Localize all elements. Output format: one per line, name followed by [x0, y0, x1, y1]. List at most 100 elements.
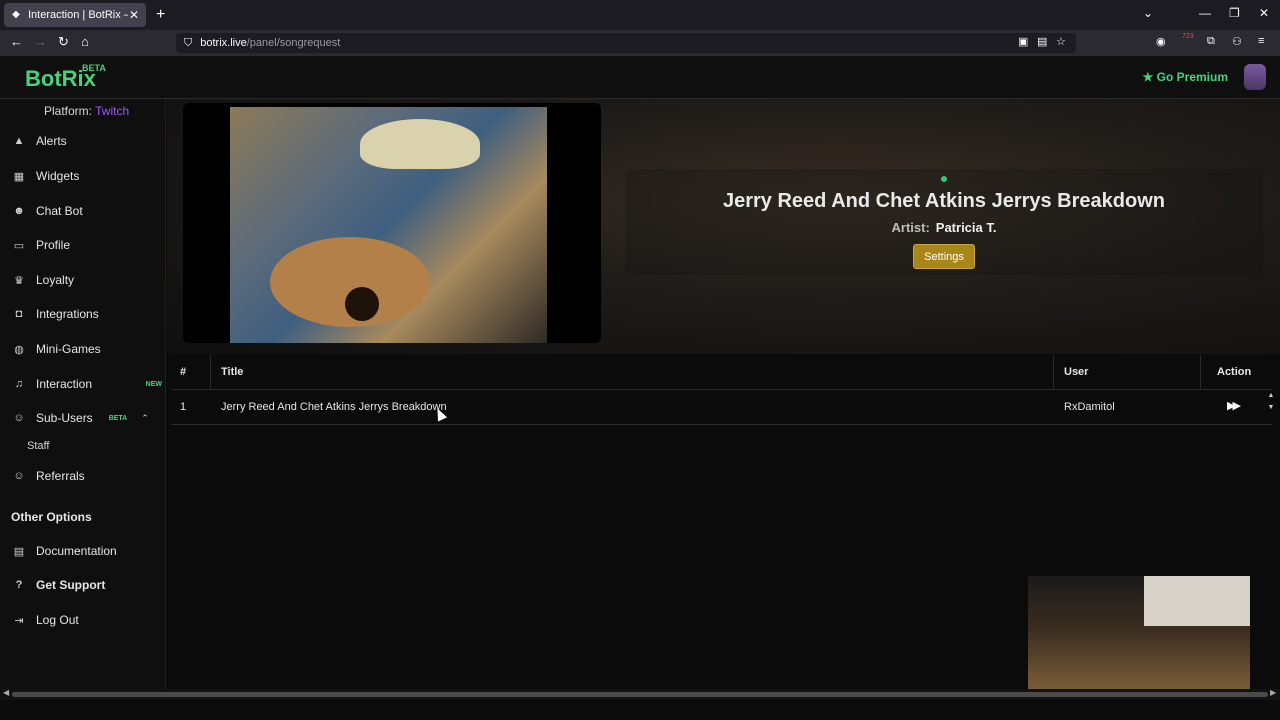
- sidebar-subitem-staff[interactable]: Staff: [27, 440, 49, 452]
- trophy-icon: ♛: [14, 274, 24, 287]
- beta-badge: BETA: [108, 414, 128, 422]
- book-icon: ▤: [13, 545, 25, 558]
- col-header-title: Title: [221, 366, 244, 378]
- table-header: # Title User Action: [171, 355, 1272, 390]
- botrix-logo[interactable]: BotRix BETA: [25, 63, 106, 92]
- sidebar-item-label: Referrals: [36, 469, 85, 483]
- close-window-icon[interactable]: ✕: [1259, 6, 1269, 20]
- gamepad-icon: ◍: [14, 343, 24, 356]
- table-row[interactable]: 1 Jerry Reed And Chet Atkins Jerrys Brea…: [171, 390, 1275, 425]
- sidebar-item-log-out[interactable]: ⇥ Log Out: [12, 611, 162, 629]
- forward-icon[interactable]: →: [34, 34, 47, 49]
- platform-indicator: Platform: Twitch: [44, 104, 129, 118]
- webcam-wall-shape: [1144, 576, 1250, 626]
- url-host: botrix.live: [200, 37, 247, 49]
- reload-icon[interactable]: ↻: [58, 34, 69, 50]
- extensions-icon[interactable]: ⧉: [1207, 35, 1215, 48]
- video-hat-shape: [360, 119, 480, 169]
- artist-name: Patricia T.: [935, 220, 997, 235]
- settings-button[interactable]: Settings: [913, 244, 975, 269]
- live-indicator-dot: [941, 176, 947, 182]
- users-icon: ☺: [13, 412, 25, 424]
- robot-icon: ☻: [13, 205, 25, 217]
- sidebar-item-label: Integrations: [36, 307, 99, 321]
- tab-close-icon[interactable]: ✕: [128, 8, 140, 22]
- scroll-left-icon[interactable]: ◀: [3, 688, 9, 697]
- browser-tab[interactable]: ◆ Interaction | BotRix — Clou ✕: [4, 3, 146, 27]
- sidebar-item-documentation[interactable]: ▤ Documentation: [12, 542, 162, 560]
- browser-nav-bar: ← → ↻ ⌂ ⛉ botrix.live/panel/songrequest …: [0, 30, 1280, 56]
- sidebar-item-label: Alerts: [36, 134, 67, 148]
- artist-label: Artist:: [891, 220, 930, 235]
- reader-view-icon[interactable]: ▤: [1037, 35, 1047, 48]
- extension-badge[interactable]: 723: [1182, 33, 1194, 40]
- sidebar-item-alerts[interactable]: ▲ Alerts: [12, 132, 162, 150]
- account-icon[interactable]: ◉: [1156, 35, 1166, 48]
- scroll-right-icon[interactable]: ▶: [1270, 688, 1276, 697]
- sidebar-item-label: Widgets: [36, 169, 80, 183]
- go-premium-button[interactable]: ★ Go Premium: [1143, 70, 1228, 84]
- sidebar-item-chat-bot[interactable]: ☻ Chat Bot: [12, 202, 162, 220]
- column-divider: [1200, 355, 1201, 390]
- sidebar-item-integrations[interactable]: ◘ Integrations: [12, 305, 162, 323]
- url-path: /panel/songrequest: [246, 37, 341, 49]
- go-premium-label: Go Premium: [1156, 70, 1228, 84]
- chevron-up-icon[interactable]: ⌃: [141, 413, 149, 424]
- bookmark-star-icon[interactable]: ☆: [1056, 35, 1066, 48]
- horizontal-scrollbar[interactable]: ◀ ▶: [0, 688, 1280, 700]
- music-icon: ♫: [14, 378, 24, 390]
- question-icon: ?: [15, 579, 23, 591]
- sidebar-item-interaction[interactable]: ♫ Interaction NEW: [12, 375, 162, 393]
- app-header: BotRix BETA ★ Go Premium: [0, 56, 1280, 99]
- now-playing-title: Jerry Reed And Chet Atkins Jerrys Breakd…: [722, 190, 1165, 212]
- sidebar-item-label: Profile: [36, 238, 71, 252]
- browser-tab-bar: ◆ Interaction | BotRix — Clou ✕ + ⌄ — ❐ …: [0, 0, 1280, 30]
- platform-label: Platform:: [44, 104, 93, 118]
- avatar[interactable]: [1244, 64, 1266, 90]
- col-header-number: #: [180, 366, 187, 378]
- sidebar: Platform: Twitch ▲ Alerts ▦ Widgets ☻ Ch…: [0, 99, 166, 689]
- users-icon: ☺: [13, 470, 25, 482]
- home-icon[interactable]: ⌂: [81, 34, 89, 49]
- bottom-strip: [0, 700, 1280, 720]
- shield-icon: ⛉: [184, 36, 193, 49]
- sidebar-item-get-support[interactable]: ? Get Support: [12, 576, 162, 594]
- sidebar-item-mini-games[interactable]: ◍ Mini-Games: [12, 340, 162, 358]
- video-player[interactable]: [183, 103, 601, 343]
- skip-forward-icon[interactable]: ▶▶: [1227, 399, 1241, 412]
- platform-value[interactable]: Twitch: [95, 104, 129, 118]
- sidebar-item-label: Mini-Games: [36, 342, 101, 356]
- sidebar-item-label: Sub-Users: [36, 411, 93, 425]
- star-icon: ★: [1142, 70, 1154, 84]
- column-divider: [210, 355, 211, 390]
- sidebar-item-label: Log Out: [36, 613, 79, 627]
- picture-in-picture-icon[interactable]: ▣: [1018, 35, 1028, 48]
- sidebar-item-label: Get Support: [36, 578, 106, 592]
- addon-icon[interactable]: ⚇: [1232, 35, 1242, 48]
- row-number: 1: [180, 401, 187, 413]
- back-icon[interactable]: ←: [10, 34, 23, 49]
- logo-beta-badge: BETA: [82, 63, 106, 73]
- url-bar[interactable]: ⛉ botrix.live/panel/songrequest: [176, 33, 1076, 53]
- other-options-heading: Other Options: [11, 510, 92, 524]
- now-playing-hero: Jerry Reed And Chet Atkins Jerrys Breakd…: [167, 99, 1280, 354]
- sidebar-item-label: Interaction: [36, 377, 93, 391]
- plug-icon: ◘: [15, 308, 23, 320]
- logout-icon: ⇥: [14, 614, 24, 627]
- minimize-icon[interactable]: —: [1199, 6, 1211, 20]
- scrollbar-thumb[interactable]: [12, 692, 1268, 697]
- tab-list-chevron-icon[interactable]: ⌄: [1143, 6, 1153, 20]
- sidebar-item-referrals[interactable]: ☺ Referrals: [12, 467, 162, 485]
- sidebar-item-widgets[interactable]: ▦ Widgets: [12, 167, 162, 185]
- sidebar-item-sub-users[interactable]: ☺ Sub-Users BETA ⌃: [12, 409, 162, 427]
- sidebar-item-loyalty[interactable]: ♛ Loyalty: [12, 271, 162, 289]
- sidebar-item-profile[interactable]: ▭ Profile: [12, 236, 162, 254]
- new-tab-button[interactable]: +: [156, 6, 165, 24]
- now-playing-artist: Artist: Patricia T.: [625, 220, 1263, 235]
- table-scrollbar[interactable]: ▲ ▼: [1267, 390, 1275, 425]
- restore-icon[interactable]: ❐: [1229, 6, 1240, 20]
- webcam-overlay: [1028, 576, 1250, 706]
- botrix-favicon-icon: ◆: [12, 9, 20, 20]
- menu-icon[interactable]: ≡: [1258, 35, 1264, 47]
- video-soundhole-shape: [345, 287, 379, 321]
